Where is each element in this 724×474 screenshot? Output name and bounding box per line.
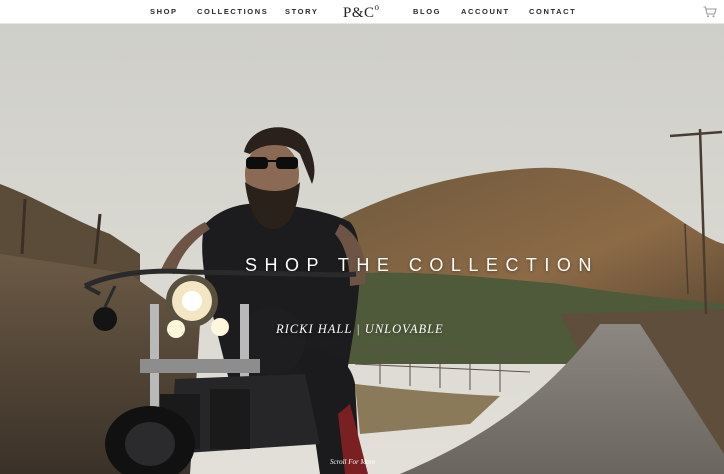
nav-story-link[interactable]: STORY (285, 7, 318, 16)
nav-collections-link[interactable]: COLLECTIONS (197, 7, 268, 16)
logo-text: P&C (343, 5, 375, 21)
logo-superscript: o (374, 2, 380, 12)
hero-banner: SHOP THE COLLECTION RICKI HALL | UNLOVAB… (0, 24, 724, 474)
site-logo[interactable]: P&Co (343, 2, 380, 22)
top-navigation: SHOP COLLECTIONS STORY P&Co BLOG ACCOUNT… (0, 0, 724, 24)
shopping-cart-icon[interactable] (703, 6, 717, 18)
nav-blog-link[interactable]: BLOG (413, 7, 441, 16)
hero-title: SHOP THE COLLECTION (0, 255, 724, 276)
hero-background-photo (0, 24, 724, 474)
nav-contact-link[interactable]: CONTACT (529, 7, 576, 16)
hero-title-text: SHOP THE COLLECTION (245, 255, 599, 275)
hero-subtitle[interactable]: RICKI HALL | UNLOVABLE (276, 322, 444, 337)
nav-account-link[interactable]: ACCOUNT (461, 7, 510, 16)
nav-shop-link[interactable]: SHOP (150, 7, 178, 16)
scroll-for-more-link[interactable]: Scroll For More (330, 458, 375, 466)
